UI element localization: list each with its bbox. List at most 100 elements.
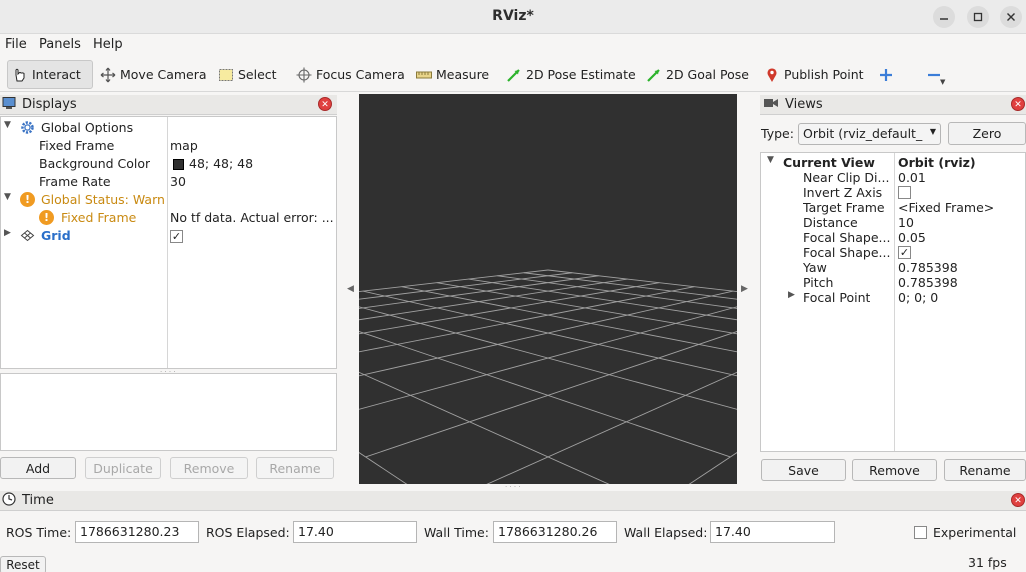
fixed-frame-value[interactable]: map — [170, 138, 198, 153]
select-tool-button[interactable]: Select — [214, 60, 281, 89]
tree-row-global-options[interactable]: ▼ Global Options — [1, 119, 336, 137]
menu-bar: File Panels Help — [0, 34, 1026, 56]
view-prop-row[interactable]: ▶ Focal Point 0; 0; 0 — [761, 289, 1025, 307]
ros-elapsed-field[interactable]: 17.40 — [293, 521, 417, 543]
rename-display-button[interactable]: Rename — [256, 457, 334, 479]
grid-enabled-checkbox[interactable]: ✓ — [170, 230, 183, 243]
grid-line — [359, 451, 408, 484]
focus-camera-tool-button[interactable]: Focus Camera — [292, 60, 409, 89]
splitter-handle[interactable]: · · · · — [505, 483, 521, 491]
expand-arrow-icon[interactable]: ▼ — [4, 192, 11, 202]
target-frame-value[interactable]: <Fixed Frame> — [898, 200, 994, 215]
reset-button[interactable]: Reset — [0, 556, 46, 572]
minimize-icon[interactable] — [933, 6, 955, 28]
crosshair-icon — [296, 67, 312, 83]
wall-time-field[interactable]: 1786631280.26 — [493, 521, 617, 543]
fixed-frame-label: Fixed Frame — [39, 138, 115, 153]
tree-row-global-status[interactable]: ▼ ! Global Status: Warn — [1, 191, 336, 209]
collapse-arrow-icon[interactable]: ▶ — [788, 290, 795, 300]
background-color-value[interactable]: 48; 48; 48 — [189, 156, 253, 171]
move-camera-label: Move Camera — [120, 67, 207, 82]
view-type-dropdown[interactable]: Orbit (rviz_default_ ▼ — [798, 123, 941, 145]
close-icon[interactable] — [1000, 6, 1022, 28]
pitch-label: Pitch — [803, 275, 834, 290]
focal-point-value[interactable]: 0; 0; 0 — [898, 290, 938, 305]
view-type-value: Orbit (rviz_default_ — [803, 126, 923, 141]
expand-arrow-icon[interactable]: ▼ — [4, 120, 11, 130]
fixed-frame-warning-value: No tf data. Actual error: ... — [170, 210, 334, 225]
tree-row-fixed-frame-warning[interactable]: ! Fixed Frame No tf data. Actual error: … — [1, 209, 336, 227]
remove-view-button[interactable]: Remove — [852, 459, 937, 481]
ruler-icon — [416, 67, 432, 83]
save-view-button[interactable]: Save — [761, 459, 846, 481]
pose-estimate-label: 2D Pose Estimate — [526, 67, 636, 82]
menu-help[interactable]: Help — [93, 37, 123, 52]
grid-line — [486, 371, 737, 484]
2d-pose-estimate-tool-button[interactable]: 2D Pose Estimate — [502, 60, 640, 89]
experimental-label: Experimental — [933, 525, 1017, 540]
yaw-value[interactable]: 0.785398 — [898, 260, 958, 275]
close-icon[interactable]: ✕ — [1011, 97, 1025, 111]
dropdown-caret-icon[interactable]: ▼ — [940, 78, 945, 86]
collapse-left-icon[interactable]: ◀ — [347, 284, 354, 294]
goal-pose-label: 2D Goal Pose — [666, 67, 749, 82]
grid-line — [359, 286, 695, 353]
measure-tool-button[interactable]: Measure — [412, 60, 493, 89]
tree-row-background-color[interactable]: Background Color 48; 48; 48 — [1, 155, 336, 173]
close-icon[interactable]: ✕ — [1011, 493, 1025, 507]
near-clip-value[interactable]: 0.01 — [898, 170, 926, 185]
tree-row-grid[interactable]: ▶ Grid ✓ — [1, 227, 336, 245]
expand-arrow-icon[interactable]: ▼ — [767, 155, 774, 165]
ros-time-field[interactable]: 1786631280.23 — [75, 521, 199, 543]
remove-display-button[interactable]: Remove — [170, 457, 248, 479]
displays-panel-title: Displays — [22, 97, 77, 112]
grid-line — [362, 290, 737, 377]
map-pin-icon — [764, 67, 780, 83]
frame-rate-value[interactable]: 30 — [170, 174, 186, 189]
green-arrow-icon — [646, 67, 662, 83]
focal-shape-fixed-checkbox[interactable]: ✓ — [898, 246, 911, 259]
focal-shape-fixed-label: Focal Shape... — [803, 245, 891, 260]
maximize-icon[interactable] — [967, 6, 989, 28]
warning-icon: ! — [39, 210, 54, 225]
camera-icon — [763, 97, 779, 113]
plus-icon — [878, 67, 894, 83]
move-camera-tool-button[interactable]: Move Camera — [96, 60, 211, 89]
wall-elapsed-field[interactable]: 17.40 — [710, 521, 835, 543]
grid-line — [365, 331, 737, 458]
menu-panels[interactable]: Panels — [39, 37, 81, 52]
title-bar: RViz* — [0, 0, 1026, 34]
grid-icon — [20, 229, 35, 245]
pitch-value[interactable]: 0.785398 — [898, 275, 958, 290]
duplicate-display-button[interactable]: Duplicate — [85, 457, 161, 479]
close-icon[interactable]: ✕ — [318, 97, 332, 111]
menu-file[interactable]: File — [5, 37, 27, 52]
interact-tool-button[interactable]: Interact — [7, 60, 93, 89]
measure-label: Measure — [436, 67, 490, 82]
tree-row-frame-rate[interactable]: Frame Rate 30 — [1, 173, 336, 191]
monitor-icon — [2, 96, 16, 114]
rename-view-button[interactable]: Rename — [944, 459, 1026, 481]
remove-tool-button[interactable]: ▼ — [922, 60, 946, 89]
2d-goal-pose-tool-button[interactable]: 2D Goal Pose — [642, 60, 753, 89]
collapse-arrow-icon[interactable]: ▶ — [4, 228, 11, 238]
tree-row-fixed-frame[interactable]: Fixed Frame map — [1, 137, 336, 155]
zero-view-button[interactable]: Zero — [948, 122, 1026, 145]
grid-label: Grid — [41, 228, 71, 243]
hand-pointer-icon — [12, 67, 28, 83]
distance-value[interactable]: 10 — [898, 215, 914, 230]
grid-line — [359, 278, 628, 321]
invert-z-axis-checkbox[interactable] — [898, 186, 911, 199]
publish-point-tool-button[interactable]: Publish Point — [760, 60, 868, 89]
add-display-button[interactable]: Add — [0, 457, 76, 479]
experimental-checkbox[interactable] — [914, 526, 927, 539]
collapse-right-icon[interactable]: ▶ — [741, 284, 748, 294]
add-tool-button[interactable] — [874, 60, 898, 89]
render-viewport[interactable] — [359, 94, 737, 484]
focal-shape-size-value[interactable]: 0.05 — [898, 230, 926, 245]
grid-line — [547, 269, 737, 292]
color-swatch[interactable] — [173, 159, 184, 170]
time-panel-title: Time — [22, 493, 54, 508]
interact-label: Interact — [32, 67, 81, 82]
clock-icon — [2, 491, 16, 510]
